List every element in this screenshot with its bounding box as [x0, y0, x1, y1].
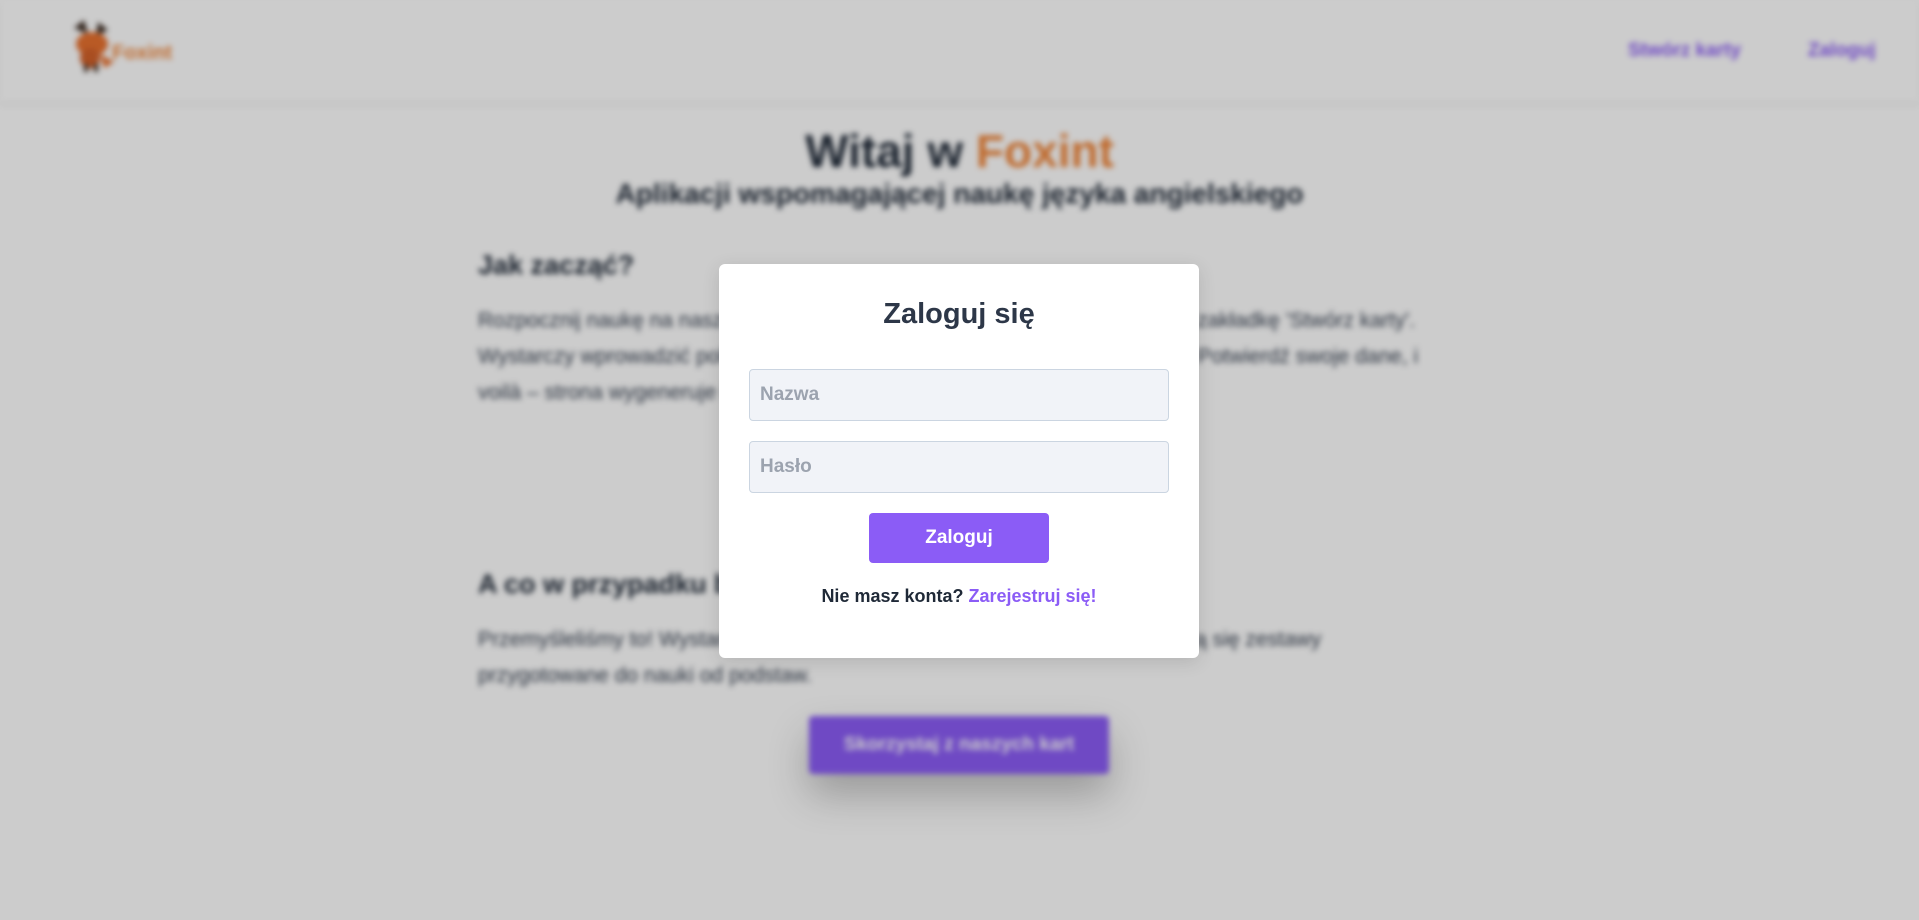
register-link[interactable]: Zarejestruj się!	[968, 586, 1096, 606]
register-row: Nie masz konta? Zarejestruj się!	[719, 586, 1199, 607]
register-prompt: Nie masz konta?	[821, 586, 969, 606]
login-modal: Zaloguj się Zaloguj Nie masz konta? Zare…	[719, 264, 1199, 658]
login-submit-button[interactable]: Zaloguj	[869, 513, 1049, 563]
modal-title: Zaloguj się	[883, 298, 1035, 330]
password-input[interactable]	[749, 441, 1169, 493]
username-input[interactable]	[749, 369, 1169, 421]
page: Foxint Stwórz karty Zaloguj Witaj w Foxi…	[0, 0, 1919, 920]
